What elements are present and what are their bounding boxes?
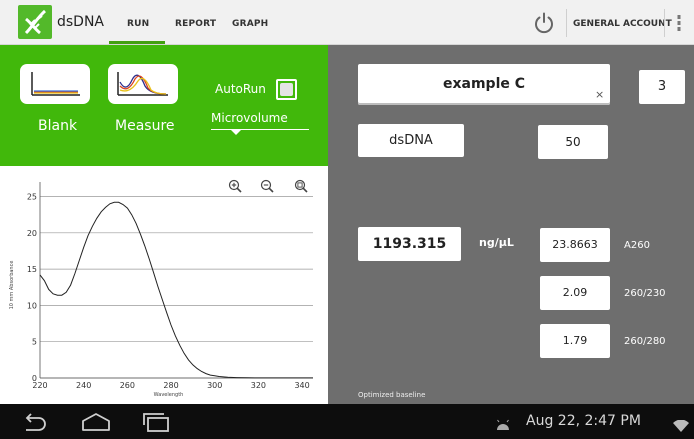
factor-value: 50 (565, 135, 581, 149)
ratio-260-280-value: 1.79 (562, 334, 588, 347)
dna-logo-icon (18, 5, 52, 39)
control-panel: Blank Measure AutoRun Microvolume (0, 45, 328, 166)
x-axis-label: Wavelength (154, 392, 184, 398)
x-tick-label: 260 (120, 381, 135, 390)
ratio-260-230-label: 260/230 (624, 288, 666, 299)
measure-spectrum-icon (117, 72, 168, 96)
ratio-260-230-result: 2.09 (540, 276, 610, 310)
top-app-bar: dsDNA RUN REPORT GRAPH GENERAL ACCOUNT (0, 0, 694, 45)
y-tick-label: 20 (27, 229, 37, 238)
app-title: dsDNA (57, 14, 105, 30)
x-tick-label: 300 (207, 381, 222, 390)
sample-type-selector[interactable]: dsDNA (358, 124, 464, 157)
concentration-value: 1193.315 (372, 236, 447, 252)
autorun-checkbox[interactable] (276, 79, 297, 100)
android-icon (495, 416, 511, 435)
tab-graph[interactable]: GRAPH (232, 19, 268, 29)
measure-button[interactable] (108, 64, 178, 104)
sample-number-value: 3 (657, 79, 667, 94)
a260-label: A260 (624, 240, 650, 251)
results-panel: example C × 3 dsDNA 50 1193.315 ng/µL 23… (328, 45, 694, 404)
y-tick-label: 10 (27, 301, 37, 310)
autorun-label: AutoRun (215, 82, 266, 96)
power-icon[interactable] (532, 11, 556, 35)
clear-icon[interactable]: × (595, 88, 604, 101)
tab-report[interactable]: REPORT (175, 19, 216, 29)
measure-label: Measure (115, 118, 175, 134)
x-tick-label: 340 (294, 381, 309, 390)
a260-result: 23.8663 (540, 228, 610, 262)
x-tick-label: 220 (32, 381, 47, 390)
spectrum-line (39, 201, 313, 379)
spectrum-chart[interactable]: 0510152025220 240 260 280 300 320 340Wavelengt… (0, 166, 328, 404)
mode-dropdown-underline (211, 129, 309, 130)
x-tick-label: 280 (163, 381, 178, 390)
zoom-out-icon[interactable] (260, 178, 274, 193)
tab-run[interactable]: RUN (127, 19, 149, 29)
y-axis-label: 10 mm Absorbance (9, 261, 15, 310)
sample-name-field[interactable]: example C × (358, 64, 610, 105)
sample-name-value: example C (442, 76, 526, 92)
mode-dropdown[interactable]: Microvolume (211, 111, 288, 125)
sample-type-value: dsDNA (389, 133, 433, 148)
zoom-fit-icon[interactable] (294, 178, 308, 193)
account-button[interactable]: GENERAL ACCOUNT (573, 19, 672, 29)
system-navigation-bar: Aug 22, 2:47 PM (0, 404, 694, 439)
back-icon[interactable] (22, 412, 48, 436)
ratio-260-280-label: 260/280 (624, 336, 666, 347)
status-datetime: Aug 22, 2:47 PM (526, 413, 641, 429)
active-tab-indicator (109, 41, 165, 44)
sample-number-field[interactable]: 3 (639, 70, 685, 104)
zoom-in-icon[interactable] (228, 178, 242, 193)
x-tick-label: 240 (76, 381, 91, 390)
y-tick-label: 5 (32, 338, 37, 347)
y-tick-label: 25 (27, 193, 37, 202)
a260-value: 23.8663 (552, 238, 598, 251)
recents-icon[interactable] (142, 412, 170, 436)
ratio-260-230-value: 2.09 (562, 286, 588, 299)
baseline-note: Optimized baseline (358, 391, 426, 399)
divider (664, 9, 665, 37)
menu-icon[interactable] (676, 13, 682, 33)
home-icon[interactable] (80, 412, 112, 436)
concentration-result: 1193.315 (358, 227, 461, 261)
dropdown-caret-icon (231, 130, 241, 135)
y-tick-label: 15 (27, 265, 37, 274)
ratio-260-280-result: 1.79 (540, 324, 610, 358)
factor-field[interactable]: 50 (538, 125, 608, 159)
divider (566, 9, 567, 37)
x-tick-label: 320 (251, 381, 266, 390)
blank-spectrum-icon (31, 72, 80, 96)
wifi-icon (673, 417, 689, 436)
concentration-unit: ng/µL (479, 236, 514, 249)
blank-button[interactable] (20, 64, 90, 104)
spectrum-chart-panel: 0 5 10 15 20 25 220 240 260 280 300 320 340 Wavelengt… (0, 166, 328, 404)
blank-label: Blank (38, 118, 78, 134)
